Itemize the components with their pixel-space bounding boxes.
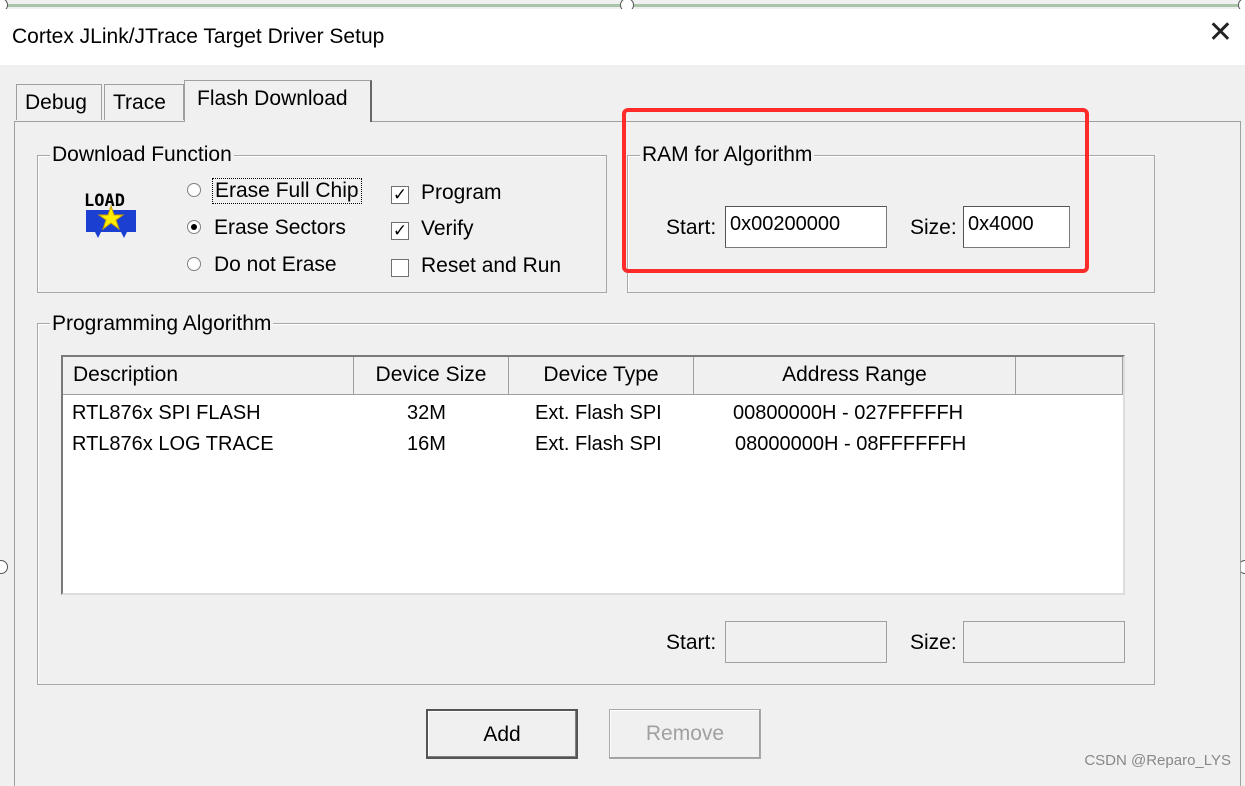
highlight-annotation-box <box>622 108 1089 273</box>
row-device-type: Ext. Flash SPI <box>535 433 662 455</box>
erase-sectors-radio[interactable] <box>187 220 201 234</box>
window-title: Cortex JLink/JTrace Target Driver Setup <box>12 25 385 48</box>
load-icon-text: LOAD <box>84 191 125 211</box>
row-device-type: Ext. Flash SPI <box>535 402 662 424</box>
verify-label[interactable]: Verify <box>421 217 474 241</box>
tab-flash-download[interactable]: Flash Download <box>184 80 372 122</box>
program-checkbox[interactable]: ✓ <box>391 186 409 204</box>
erase-sectors-label[interactable]: Erase Sectors <box>214 216 346 240</box>
erase-full-chip-radio[interactable] <box>187 183 201 197</box>
algorithm-size-label: Size: <box>910 631 957 654</box>
do-not-erase-label[interactable]: Do not Erase <box>214 253 337 277</box>
table-row[interactable]: RTL876x LOG TRACE 16M Ext. Flash SPI 080… <box>63 429 1123 461</box>
column-header-description[interactable]: Description <box>63 357 354 395</box>
row-device-size: 32M <box>407 402 446 424</box>
row-address-range: 08000000H - 08FFFFFFH <box>735 433 967 455</box>
row-device-size: 16M <box>407 433 446 455</box>
column-header-address-range[interactable]: Address Range <box>694 357 1016 395</box>
load-icon: LOAD <box>84 191 136 238</box>
resize-handle[interactable] <box>0 560 8 574</box>
watermark-text: CSDN @Reparo_LYS <box>1084 752 1231 769</box>
remove-button[interactable]: Remove <box>609 709 761 759</box>
add-button[interactable]: Add <box>426 709 578 759</box>
algorithm-list[interactable]: Description Device Size Device Type Addr… <box>61 355 1125 595</box>
row-description: RTL876x SPI FLASH <box>72 402 261 424</box>
programming-algorithm-legend: Programming Algorithm <box>50 312 274 336</box>
close-icon[interactable]: ✕ <box>1208 18 1233 48</box>
row-address-range: 00800000H - 027FFFFFH <box>733 402 964 424</box>
column-header-device-size[interactable]: Device Size <box>354 357 509 395</box>
reset-and-run-label[interactable]: Reset and Run <box>421 254 561 278</box>
erase-full-chip-label[interactable]: Erase Full Chip <box>212 178 362 204</box>
algorithm-start-label: Start: <box>666 631 717 654</box>
tab-debug[interactable]: Debug <box>16 84 102 120</box>
verify-checkbox[interactable]: ✓ <box>391 222 409 240</box>
reset-and-run-checkbox[interactable] <box>391 259 409 277</box>
column-header-empty <box>1016 357 1123 395</box>
do-not-erase-radio[interactable] <box>187 257 201 271</box>
tab-trace[interactable]: Trace <box>104 84 184 120</box>
row-description: RTL876x LOG TRACE <box>72 433 274 455</box>
algorithm-start-input[interactable] <box>725 621 887 663</box>
column-header-device-type[interactable]: Device Type <box>509 357 694 395</box>
program-label[interactable]: Program <box>421 181 502 205</box>
algorithm-size-input[interactable] <box>963 621 1125 663</box>
download-function-legend: Download Function <box>50 143 234 167</box>
table-row[interactable]: RTL876x SPI FLASH 32M Ext. Flash SPI 008… <box>63 397 1123 429</box>
